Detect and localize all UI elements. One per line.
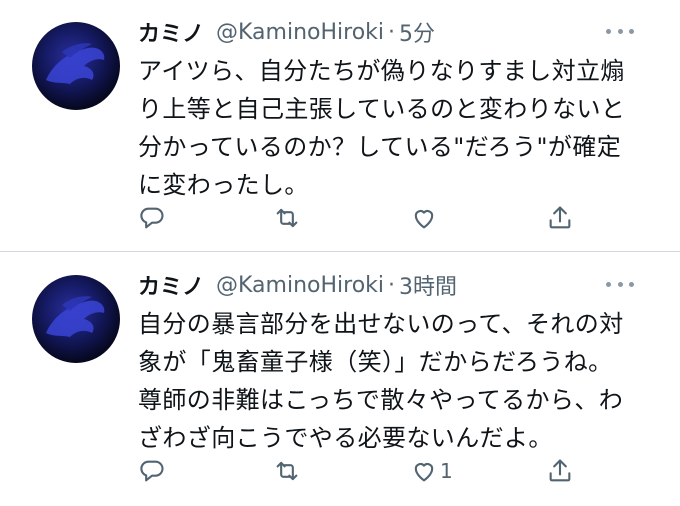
more-icon[interactable] [606,275,634,293]
tweet-text-line: 象が「鬼畜童子様（笑）」だからだろうね。 [138,348,613,376]
timestamp[interactable]: 5分 [399,16,435,48]
display-name[interactable]: カミノ [138,16,204,48]
tweet-header: カミノ @KaminoHiroki · 3時間 [138,269,457,301]
separator: · [388,272,396,298]
tweet-text-line: 自分の暴言部分を出せないのって、それの対 [138,310,624,338]
share-icon [549,206,571,229]
action-bar [138,202,578,234]
tweet-text: アイツら、自分たちが偽りなりすまし対立煽 り上等と自己主張しているのと変わりない… [138,52,658,204]
tweet-text-line: り上等と自己主張しているのと変わりないと [138,95,626,123]
avatar[interactable] [32,275,120,363]
avatar[interactable] [32,22,120,110]
tweet-text-line: 尊師の非難はこっちで散々やってるから、わ [138,386,624,414]
separator: · [388,19,396,45]
share-button[interactable] [546,202,574,234]
user-handle[interactable]: @KaminoHiroki [216,20,384,45]
retweet-button[interactable] [273,455,301,487]
tweet-text-line: に変わったし。 [138,171,309,199]
more-icon[interactable] [606,22,634,40]
tweet-text-line: ざわざ向こうでやる必要ないんだよ。 [138,424,553,452]
tweet-text-line: アイツら、自分たちが偽りなりすまし対立煽 [138,57,625,85]
reply-icon [140,207,164,229]
retweet-icon [276,461,298,481]
share-button[interactable] [546,455,574,487]
like-icon [414,463,434,482]
reply-button[interactable] [138,202,166,234]
like-icon [414,210,434,229]
reply-button[interactable] [138,455,166,487]
user-handle[interactable]: @KaminoHiroki [216,273,384,298]
action-bar: 1 [138,455,578,487]
retweet-icon [276,208,298,228]
tweet-text: 自分の暴言部分を出せないのって、それの対 象が「鬼畜童子様（笑）」だからだろうね… [138,305,658,457]
reply-icon [140,460,164,482]
avatar-art-icon [46,43,105,84]
retweet-button[interactable] [273,202,301,234]
like-count: 1 [440,459,453,483]
timestamp[interactable]: 3時間 [399,269,457,301]
avatar-art-icon [46,296,105,337]
like-button[interactable]: 1 [410,455,453,487]
tweet-text-line: 分かっているのか？している"だろう"が確定 [138,133,622,161]
display-name[interactable]: カミノ [138,269,204,301]
divider [0,251,680,252]
share-icon [549,459,571,482]
tweet-header: カミノ @KaminoHiroki · 5分 [138,16,435,48]
tweet[interactable]: カミノ @KaminoHiroki · 3時間 自分の暴言部分を出せないのって、… [0,253,680,506]
tweet[interactable]: カミノ @KaminoHiroki · 5分 アイツら、自分たちが偽りなりすまし… [0,0,680,252]
like-button[interactable] [410,202,440,234]
